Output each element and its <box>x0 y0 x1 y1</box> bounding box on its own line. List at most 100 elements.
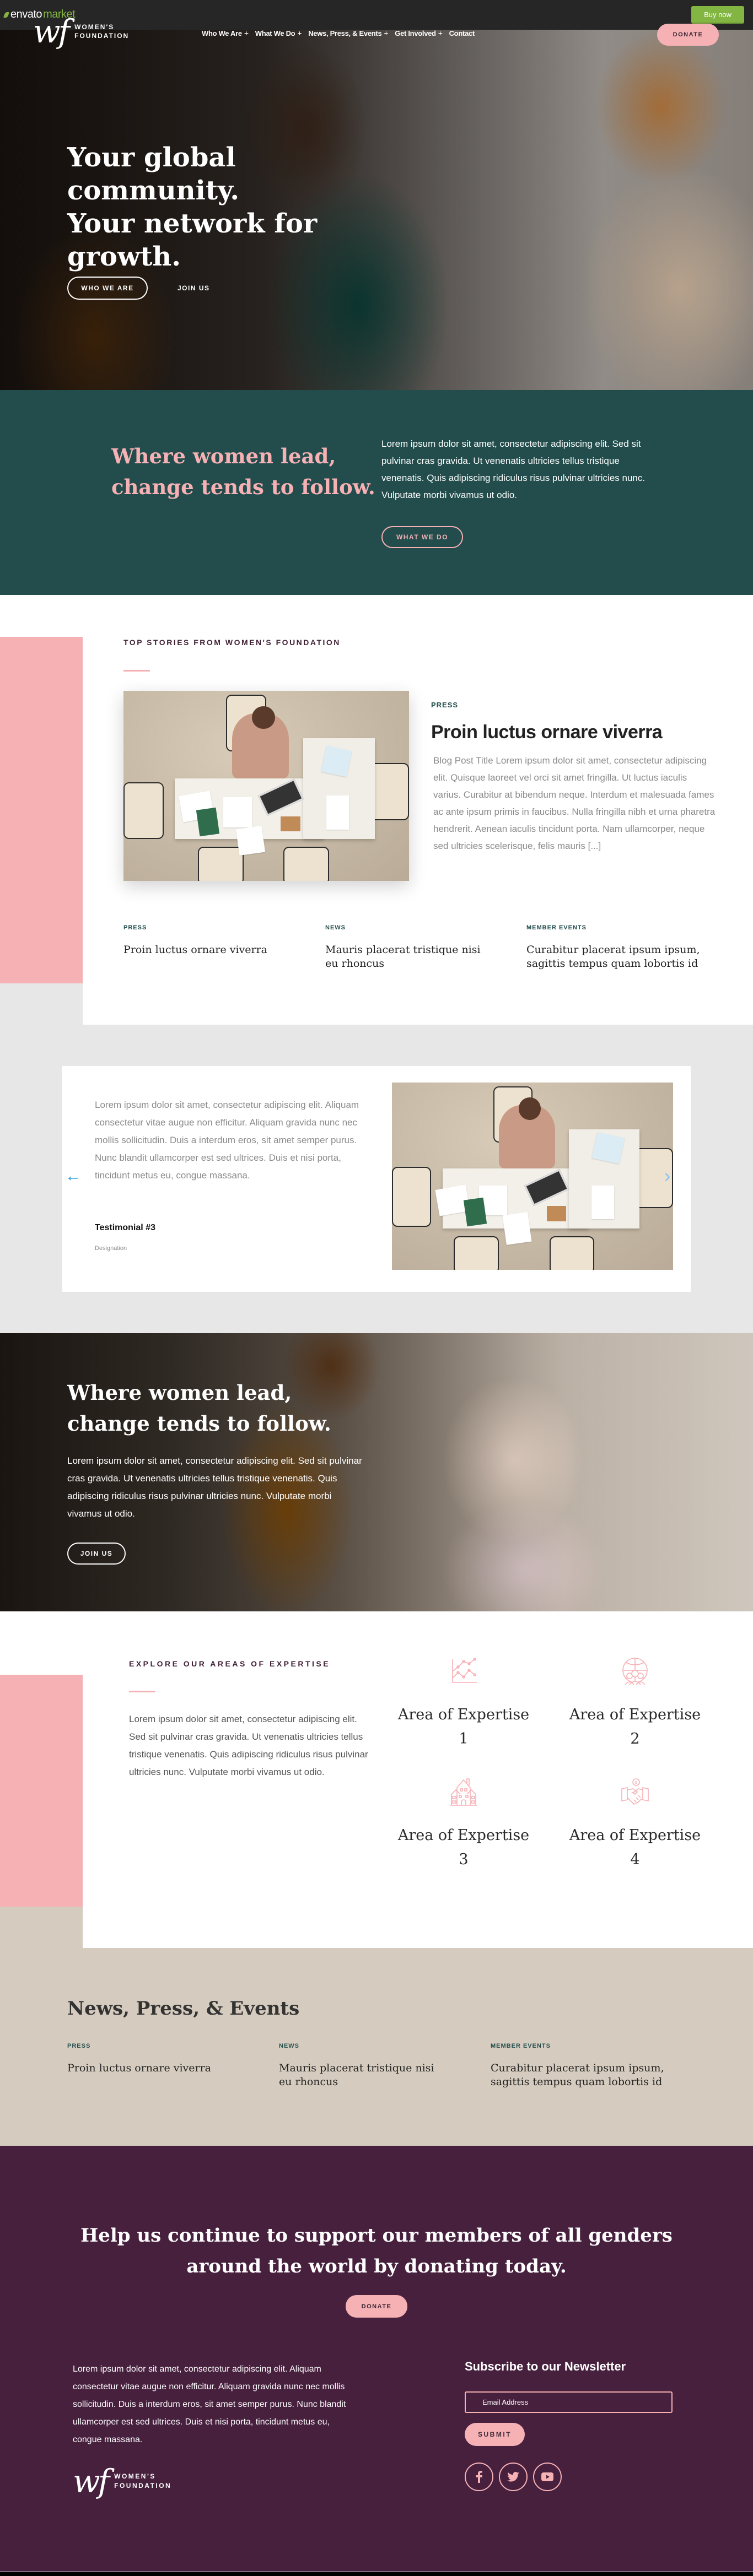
news-category: NEWS <box>279 2043 299 2049</box>
top-stories-label: TOP STORIES FROM WOMEN'S FOUNDATION <box>123 638 341 647</box>
newsletter-submit-button[interactable]: SUBMIT <box>465 2423 525 2446</box>
twitter-button[interactable] <box>499 2463 528 2491</box>
news-item[interactable]: NEWS Mauris placerat tristique nisi eu r… <box>279 2043 444 2089</box>
email-address-input[interactable] <box>465 2391 673 2413</box>
story-category: NEWS <box>325 924 346 931</box>
hero-title: Your global community. Your network for … <box>67 141 398 273</box>
facebook-icon <box>476 2471 482 2483</box>
person-head <box>518 1097 541 1120</box>
logo-line-2: FOUNDATION <box>74 32 130 40</box>
featured-story-category[interactable]: PRESS <box>431 701 458 709</box>
youtube-button[interactable] <box>533 2463 562 2491</box>
office-photo <box>123 691 409 881</box>
cork-board <box>546 1206 567 1221</box>
expertise-area-2[interactable]: Area of Expertise 2 <box>563 1657 707 1751</box>
hero-title-line-2: Your network for growth. <box>67 208 318 272</box>
footer-logo[interactable]: wf WOMEN'S FOUNDATION <box>73 2465 171 2497</box>
svg-text:$: $ <box>634 1780 637 1785</box>
nav-item-contact[interactable]: Contact <box>449 29 475 37</box>
nav-item-get-involved[interactable]: Get Involved + <box>395 29 443 37</box>
who-we-are-button[interactable]: WHO WE ARE <box>67 277 148 300</box>
twitter-icon <box>507 2472 519 2482</box>
nav-label: Who We Are <box>202 29 242 37</box>
join-us-link[interactable]: JOIN US <box>178 277 210 300</box>
paper <box>502 1212 532 1246</box>
nav-label: What We Do <box>255 29 295 37</box>
story-item[interactable]: PRESS Proin luctus ornare viverra <box>123 924 289 957</box>
nav-label: News, Press, & Events <box>308 29 382 37</box>
facebook-button[interactable] <box>465 2463 493 2491</box>
nav-label: Contact <box>449 29 475 37</box>
office-photo <box>392 1083 673 1270</box>
plus-icon: + <box>244 29 249 37</box>
paper <box>223 797 252 828</box>
donate-button-footer[interactable]: DONATE <box>346 2295 407 2318</box>
divider <box>129 1691 155 1692</box>
decorative-beige-block <box>0 1907 83 1948</box>
paper <box>591 1186 614 1220</box>
divider <box>123 670 150 672</box>
donate-heading: Help us continue to support our members … <box>80 2225 673 2277</box>
page-bottom-strip <box>0 2572 753 2576</box>
story-title[interactable]: Proin luctus ornare viverra <box>123 943 289 957</box>
what-we-do-button[interactable]: WHAT WE DO <box>381 526 463 548</box>
nav-item-who-we-are[interactable]: Who We Are + <box>202 29 249 37</box>
buy-now-button[interactable]: Buy now <box>691 6 744 24</box>
expertise-area-1[interactable]: Area of Expertise 1 <box>392 1657 535 1751</box>
expertise-area-4[interactable]: $ Area of Expertise 4 <box>563 1778 707 1872</box>
notebook <box>463 1197 487 1226</box>
news-category: PRESS <box>67 2043 91 2049</box>
chair <box>123 782 164 840</box>
expertise-area-title: Area of Expertise 4 <box>569 1827 701 1868</box>
featured-story-excerpt: Blog Post Title Lorem ipsum dolor sit am… <box>433 755 716 851</box>
chair <box>454 1236 499 1270</box>
expertise-area-title: Area of Expertise 1 <box>397 1706 530 1747</box>
newsletter-title: Subscribe to our Newsletter <box>465 2359 626 2373</box>
chair <box>549 1236 595 1270</box>
expertise-area-title: Area of Expertise 3 <box>397 1827 530 1868</box>
intro-heading: Where women lead, change tends to follow… <box>111 444 375 499</box>
expertise-area-3[interactable]: Area of Expertise 3 <box>392 1778 535 1872</box>
plus-icon: + <box>438 29 443 37</box>
news-item[interactable]: PRESS Proin luctus ornare viverra <box>67 2043 233 2075</box>
nav-label: Get Involved <box>395 29 436 37</box>
chair <box>392 1167 432 1227</box>
testimonial-designation: Designation <box>95 1245 127 1252</box>
decorative-grey-block <box>0 983 83 1025</box>
news-title[interactable]: Curabitur placerat ipsum ipsum, sagittis… <box>491 2061 667 2089</box>
join-us-button[interactable]: JOIN US <box>67 1543 126 1565</box>
paper <box>326 795 349 830</box>
global-community-icon <box>622 1658 648 1685</box>
nav-item-what-we-do[interactable]: What We Do + <box>255 29 302 37</box>
news-title[interactable]: Proin luctus ornare viverra <box>67 2061 233 2075</box>
donate-button-header[interactable]: DONATE <box>657 24 719 46</box>
news-title[interactable]: Mauris placerat tristique nisi eu rhoncu… <box>279 2061 444 2089</box>
featured-story-image[interactable] <box>123 691 409 881</box>
story-title[interactable]: Mauris placerat tristique nisi eu rhoncu… <box>325 943 491 971</box>
person-head <box>252 706 275 729</box>
logo-mark: wf <box>73 2463 110 2500</box>
site-logo[interactable]: wf WOMEN'S FOUNDATION <box>33 15 129 47</box>
footer <box>0 2146 753 2572</box>
story-item[interactable]: NEWS Mauris placerat tristique nisi eu r… <box>325 924 491 971</box>
decorative-pink-block <box>0 637 83 983</box>
paper <box>321 745 352 777</box>
carousel-next-arrow-icon[interactable]: › <box>664 1167 675 1187</box>
plus-icon: + <box>297 29 302 37</box>
main-navigation: Who We Are + What We Do + News, Press, & E… <box>202 29 475 37</box>
news-item[interactable]: MEMBER EVENTS Curabitur placerat ipsum i… <box>491 2043 667 2089</box>
story-title[interactable]: Curabitur placerat ipsum ipsum, sagittis… <box>526 943 703 971</box>
nav-item-news-press-events[interactable]: News, Press, & Events + <box>308 29 388 37</box>
logo-wordmark: WOMEN'S FOUNDATION <box>74 23 129 40</box>
paper <box>236 826 265 856</box>
carousel-prev-arrow-icon[interactable]: ← <box>65 1168 84 1184</box>
news-section-title: News, Press, & Events <box>67 1998 300 2020</box>
testimonial-image <box>392 1083 673 1270</box>
expertise-area-title: Area of Expertise 2 <box>569 1706 701 1747</box>
chair <box>197 846 244 881</box>
expertise-text: Lorem ipsum dolor sit amet, consectetur … <box>129 1714 368 1777</box>
featured-story-title[interactable]: Proin luctus ornare viverra <box>431 722 663 743</box>
news-category: MEMBER EVENTS <box>491 2043 551 2049</box>
logo-mark: wf <box>33 13 70 50</box>
story-item[interactable]: MEMBER EVENTS Curabitur placerat ipsum i… <box>526 924 703 971</box>
